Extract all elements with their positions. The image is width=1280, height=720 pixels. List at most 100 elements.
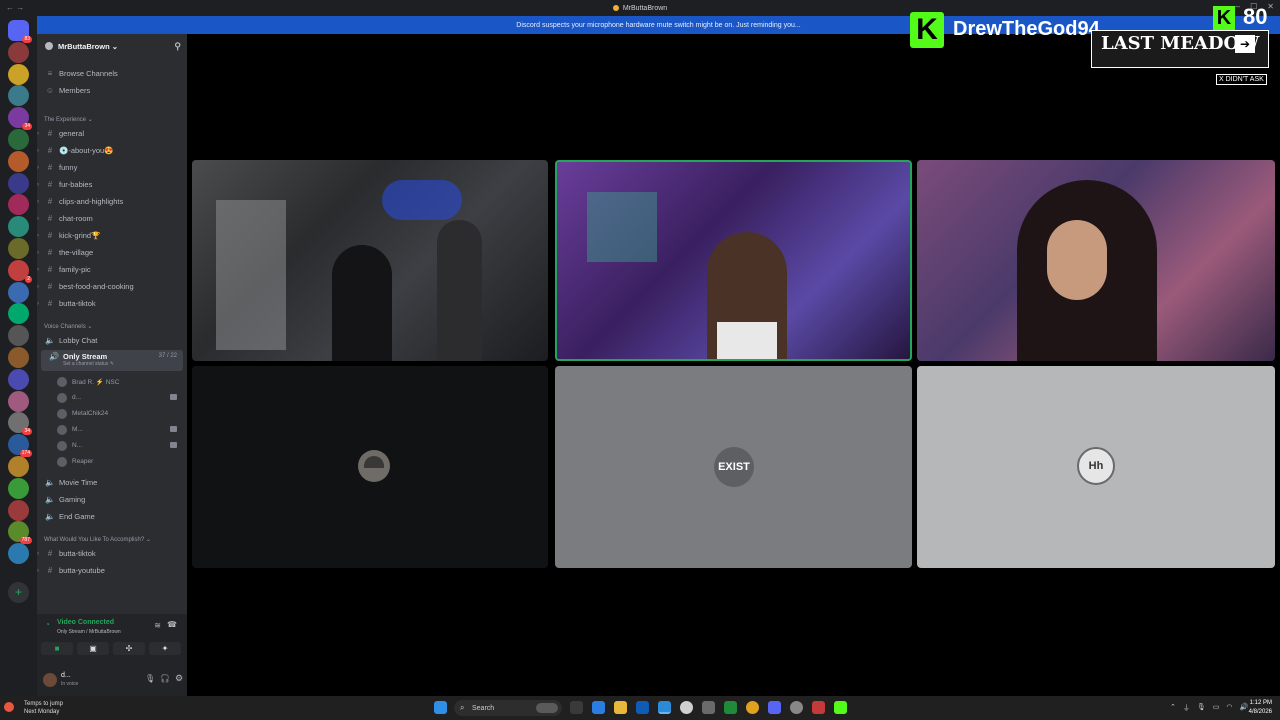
- store-icon[interactable]: [636, 701, 649, 714]
- server-icon[interactable]: [8, 238, 29, 259]
- server-icon[interactable]: [8, 85, 29, 107]
- category-experience[interactable]: The Experience ⌄: [44, 116, 93, 123]
- taskbar-clock[interactable]: 1:12 PM 4/8/2026: [1249, 699, 1272, 717]
- server-icon[interactable]: [8, 325, 29, 347]
- voice-status[interactable]: Video Connected: [57, 619, 114, 626]
- server-icon[interactable]: [8, 368, 29, 390]
- camera-button[interactable]: ■: [41, 642, 73, 655]
- text-channel-item[interactable]: › # best-food-and-cooking: [37, 279, 187, 294]
- server-icon[interactable]: [8, 172, 29, 194]
- headphones-icon[interactable]: 🎧: [160, 674, 170, 683]
- usb-icon[interactable]: ⏚: [1183, 703, 1190, 713]
- video-tile-5-camera-off[interactable]: EXIST: [555, 366, 912, 568]
- voice-user[interactable]: d...: [57, 390, 183, 405]
- soundboard-button[interactable]: ✦: [149, 642, 181, 655]
- text-channel-item[interactable]: › # butta-youtube: [37, 563, 187, 578]
- voice-user[interactable]: M...: [57, 422, 183, 437]
- voice-channel-only-stream[interactable]: 🔊 Only Stream Set a channel status ✎ 37 …: [41, 350, 183, 371]
- screen-share-button[interactable]: ▣: [77, 642, 109, 655]
- start-icon[interactable]: [434, 701, 447, 714]
- category-accomplish[interactable]: What Would You Like To Accomplish? ⌄: [44, 536, 151, 543]
- text-channel-item[interactable]: › # butta-tiktok: [37, 546, 187, 561]
- voice-user[interactable]: Brad R. ⚡ NSC: [57, 374, 183, 389]
- voice-user[interactable]: Reaper: [57, 454, 183, 469]
- home-icon[interactable]: 83: [8, 20, 32, 43]
- server-icon[interactable]: [8, 41, 29, 63]
- settings-gear-icon[interactable]: ⚙: [175, 673, 183, 684]
- file-explorer-icon[interactable]: [614, 701, 627, 714]
- activities-button[interactable]: ✣: [113, 642, 145, 655]
- noise-suppression-icon[interactable]: ≋: [154, 621, 161, 630]
- text-channel-item[interactable]: › # fur-babies: [37, 177, 187, 192]
- display-icon[interactable]: ▭: [1213, 703, 1220, 713]
- text-channel-item[interactable]: › # 💿-about-you😍: [37, 143, 187, 158]
- text-channel-item[interactable]: › # kick-grind🏆: [37, 228, 187, 243]
- mic-tray-icon[interactable]: 🎙: [1197, 703, 1206, 713]
- text-channel-item[interactable]: › # chat-room: [37, 211, 187, 226]
- server-icon[interactable]: 174: [8, 434, 32, 458]
- video-tile-2-speaking[interactable]: [555, 160, 912, 361]
- video-tile-6-camera-off[interactable]: Hh: [917, 366, 1275, 568]
- volume-icon[interactable]: 🔊: [1240, 703, 1249, 713]
- media-icon[interactable]: [680, 701, 693, 714]
- voice-channel-item[interactable]: 🔈 Movie Time: [37, 475, 187, 490]
- video-tile-1[interactable]: [192, 160, 548, 361]
- kick-app-icon[interactable]: [834, 701, 847, 714]
- wifi-icon[interactable]: ◠: [1226, 703, 1232, 713]
- channel-status[interactable]: Set a channel status ✎: [63, 361, 114, 367]
- weather-widget[interactable]: Temps to jump Next Monday: [24, 700, 63, 716]
- browse-channels-item[interactable]: ≡ Browse Channels: [37, 66, 187, 81]
- server-icon[interactable]: 34: [8, 107, 32, 131]
- server-icon[interactable]: [8, 63, 29, 85]
- add-server-icon[interactable]: +: [8, 582, 29, 603]
- voice-channel-item[interactable]: 🔈 End Game: [37, 509, 187, 524]
- category-voice[interactable]: Voice Channels ⌄: [44, 323, 92, 330]
- text-channel-item[interactable]: › # funny: [37, 160, 187, 175]
- close-icon[interactable]: ✕: [1267, 2, 1274, 11]
- video-tile-3[interactable]: [917, 160, 1275, 361]
- server-icon[interactable]: [8, 347, 29, 368]
- chrome-icon[interactable]: [746, 701, 759, 714]
- disconnect-icon[interactable]: ☎: [167, 620, 177, 629]
- discord-icon[interactable]: [768, 701, 781, 714]
- server-icon[interactable]: [8, 456, 29, 477]
- copilot-icon[interactable]: [592, 701, 605, 714]
- text-channel-item[interactable]: › # family-pic: [37, 262, 187, 277]
- members-item[interactable]: ☺ Members: [37, 83, 187, 98]
- text-channel-item[interactable]: › # butta-tiktok: [37, 296, 187, 311]
- video-tile-4-camera-off[interactable]: [192, 366, 548, 568]
- server-icon[interactable]: [8, 194, 29, 216]
- task-view-icon[interactable]: [570, 701, 583, 714]
- edge-icon[interactable]: [658, 701, 671, 714]
- voice-user[interactable]: N...: [57, 438, 183, 453]
- server-icon[interactable]: [8, 477, 29, 499]
- settings-icon[interactable]: [702, 701, 715, 714]
- app-icon[interactable]: [812, 701, 825, 714]
- voice-channel-lobby[interactable]: 🔈 Lobby Chat: [37, 333, 187, 348]
- back-icon[interactable]: ← →: [6, 3, 24, 12]
- server-icon[interactable]: 2: [8, 259, 32, 283]
- obs-icon[interactable]: [790, 701, 803, 714]
- server-icon[interactable]: [8, 281, 29, 303]
- tray-arrow-icon[interactable]: ⌃: [1170, 703, 1176, 713]
- server-icon[interactable]: [8, 390, 29, 412]
- server-icon[interactable]: [8, 150, 29, 172]
- server-icon[interactable]: 34: [8, 412, 32, 436]
- add-user-icon[interactable]: ⚲: [174, 41, 181, 52]
- text-channel-item[interactable]: › # the-village: [37, 245, 187, 260]
- avatar[interactable]: [43, 673, 57, 687]
- server-icon[interactable]: [8, 499, 29, 521]
- server-icon[interactable]: [8, 129, 29, 150]
- taskbar-search[interactable]: ⌕ Search: [454, 700, 562, 716]
- server-icon[interactable]: [8, 543, 29, 565]
- voice-channel-item[interactable]: 🔈 Gaming: [37, 492, 187, 507]
- voice-user[interactable]: MetalChik24: [57, 406, 183, 421]
- text-channel-item[interactable]: › # general: [37, 126, 187, 141]
- xbox-icon[interactable]: [724, 701, 737, 714]
- server-icon[interactable]: [8, 216, 29, 238]
- server-header[interactable]: MrButtaBrown ⌄ ⚲: [37, 34, 187, 58]
- microphone-icon[interactable]: 🎙: [145, 674, 155, 683]
- text-channel-item[interactable]: › # clips-and-highlights: [37, 194, 187, 209]
- server-icon[interactable]: [8, 303, 29, 325]
- server-icon[interactable]: 787: [8, 521, 32, 545]
